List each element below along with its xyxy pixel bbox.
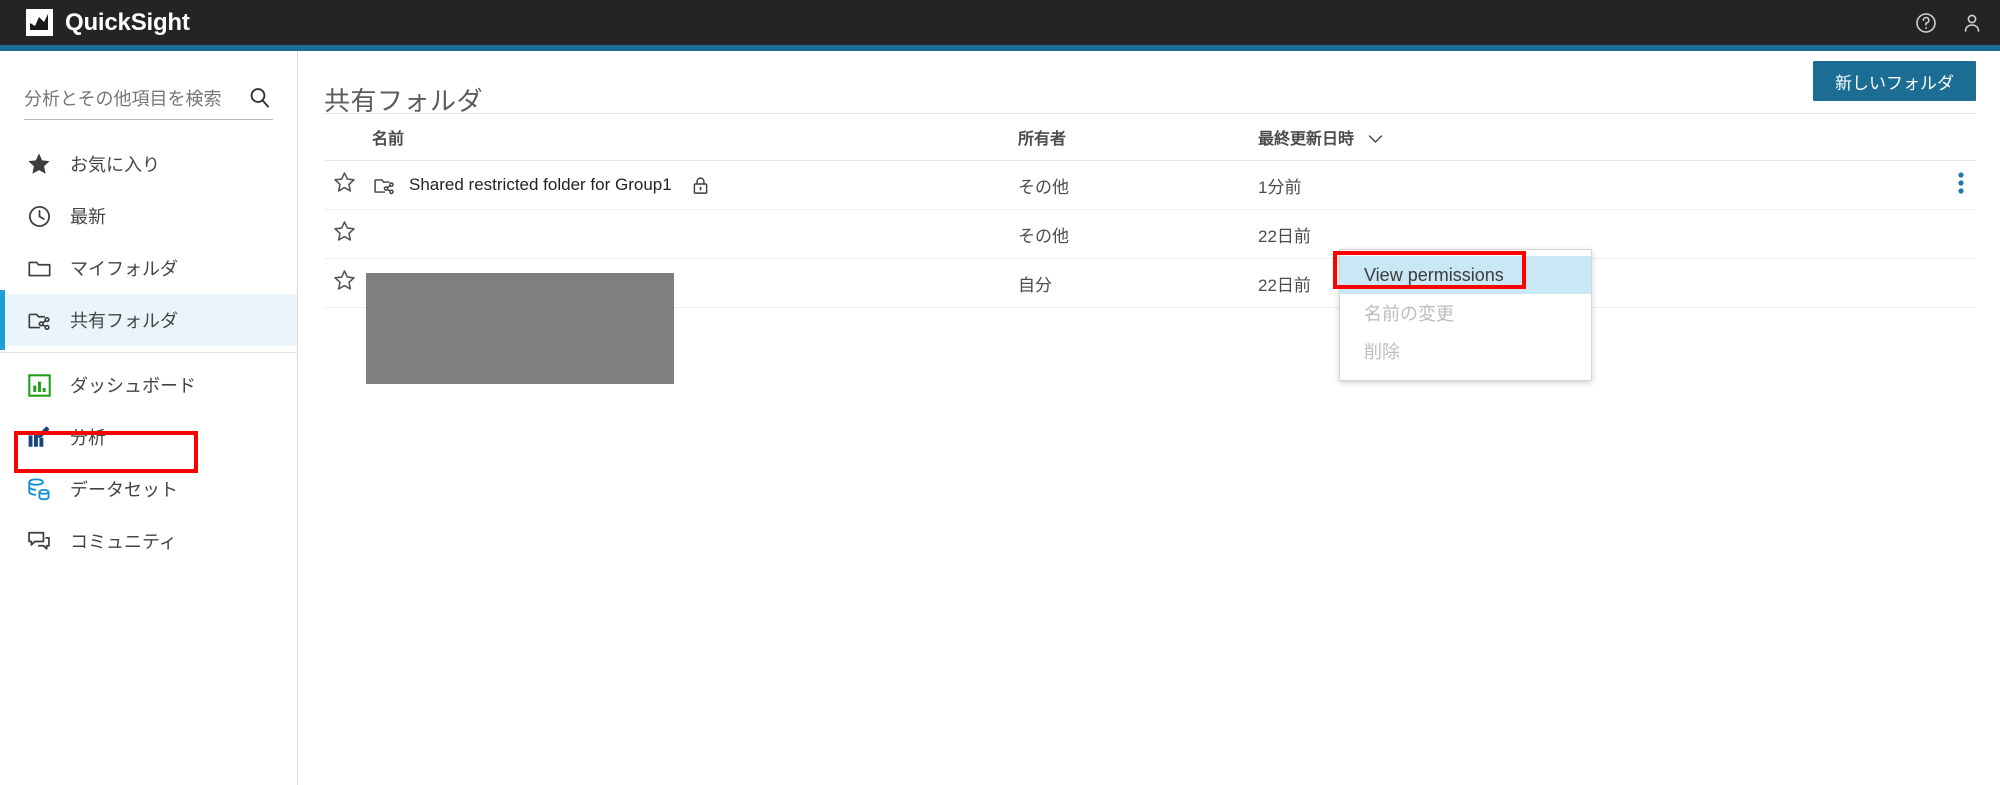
sidebar-item-label: 分析 [70, 428, 106, 448]
sidebar-item-label: データセット [70, 480, 178, 500]
sidebar-item-label: お気に入り [70, 155, 160, 175]
brand[interactable]: QuickSight [26, 9, 190, 37]
new-folder-button[interactable]: 新しいフォルダ [1813, 61, 1976, 101]
table-row[interactable]: Shared restricted folder for Group1 その他 … [324, 161, 1976, 210]
sidebar-item-recent[interactable]: 最新 [0, 190, 297, 242]
sidebar-item-shared-folder[interactable]: 共有フォルダ [0, 290, 297, 350]
owner-cell: その他 [1018, 226, 1069, 246]
owner-cell: 自分 [1018, 275, 1052, 295]
search-input[interactable] [24, 89, 239, 110]
shared-folder-icon [24, 305, 54, 335]
dashboard-bar-chart-icon [24, 370, 54, 400]
sidebar-item-analyses[interactable]: 分析 [0, 411, 297, 463]
row-menu-cell[interactable] [1488, 171, 1976, 200]
sidebar-item-datasets[interactable]: データセット [0, 463, 297, 515]
menu-item-delete: 削除 [1364, 342, 1400, 362]
search-icon[interactable] [247, 85, 273, 116]
top-app-bar: QuickSight [0, 0, 2000, 45]
sidebar-item-dashboards[interactable]: ダッシュボード [0, 359, 297, 411]
sidebar-divider [0, 352, 297, 353]
analysis-pencil-chart-icon [24, 422, 54, 452]
column-header-modified[interactable]: 最終更新日時 [1258, 125, 1488, 149]
user-account-icon[interactable] [1960, 11, 1984, 35]
modified-cell: 1分前 [1258, 177, 1302, 197]
brand-name: QuickSight [65, 8, 190, 36]
kebab-menu-icon[interactable] [1958, 171, 1964, 200]
redaction-block [366, 273, 674, 384]
top-bar-actions [1914, 0, 1984, 45]
chart-logo-icon [26, 9, 53, 36]
star-outline-icon[interactable] [324, 268, 368, 298]
shared-folder-icon [372, 173, 397, 198]
sidebar-item-label: 最新 [70, 207, 106, 227]
main-content: 共有フォルダ 新しいフォルダ 名前 所有者 最終更新日時 Shared rest… [299, 51, 2000, 785]
folder-icon [24, 253, 54, 283]
sidebar-item-community[interactable]: コミュニティ [0, 515, 297, 567]
folder-name-text: Shared restricted folder for Group1 [409, 175, 672, 194]
sidebar-item-my-folder[interactable]: マイフォルダ [0, 242, 297, 294]
star-filled-icon [24, 149, 54, 179]
sidebar-item-label: ダッシュボード [70, 376, 196, 396]
chevron-down-icon[interactable] [1368, 131, 1383, 149]
star-outline-icon[interactable] [324, 219, 368, 249]
modified-cell: 22日前 [1258, 226, 1311, 246]
sidebar-item-label: マイフォルダ [70, 259, 178, 279]
sidebar-item-label: 共有フォルダ [70, 311, 178, 331]
clock-icon [24, 201, 54, 231]
table-header-row: 名前 所有者 最終更新日時 [324, 114, 1976, 161]
folders-table: 名前 所有者 最終更新日時 Shared restricted folder f… [324, 114, 1976, 384]
star-outline-icon[interactable] [324, 170, 368, 200]
community-chat-icon [24, 526, 54, 556]
lock-icon [690, 175, 711, 196]
column-header-name[interactable]: 名前 [368, 125, 1018, 149]
help-circle-icon[interactable] [1914, 11, 1938, 35]
sidebar: お気に入り 最新 マイフォルダ [0, 51, 298, 785]
column-header-modified-label: 最終更新日時 [1258, 131, 1355, 148]
sidebar-nav: お気に入り 最新 マイフォルダ 共有フォルダ ダッシュボード 分析 データセット… [0, 138, 297, 567]
sidebar-item-label: コミュニティ [70, 532, 177, 552]
dataset-database-icon [24, 474, 54, 504]
row-context-menu: View permissions 名前の変更 削除 [1339, 249, 1592, 381]
menu-item-view-permissions[interactable]: View permissions [1340, 256, 1591, 294]
column-header-owner[interactable]: 所有者 [1018, 125, 1258, 149]
table-row[interactable]: その他 22日前 [324, 210, 1976, 259]
owner-cell: その他 [1018, 177, 1069, 197]
folder-name-cell[interactable]: Shared restricted folder for Group1 [368, 173, 1018, 198]
menu-item-rename: 名前の変更 [1364, 304, 1454, 324]
search-container[interactable] [24, 80, 273, 120]
sidebar-item-favorites[interactable]: お気に入り [0, 138, 297, 190]
